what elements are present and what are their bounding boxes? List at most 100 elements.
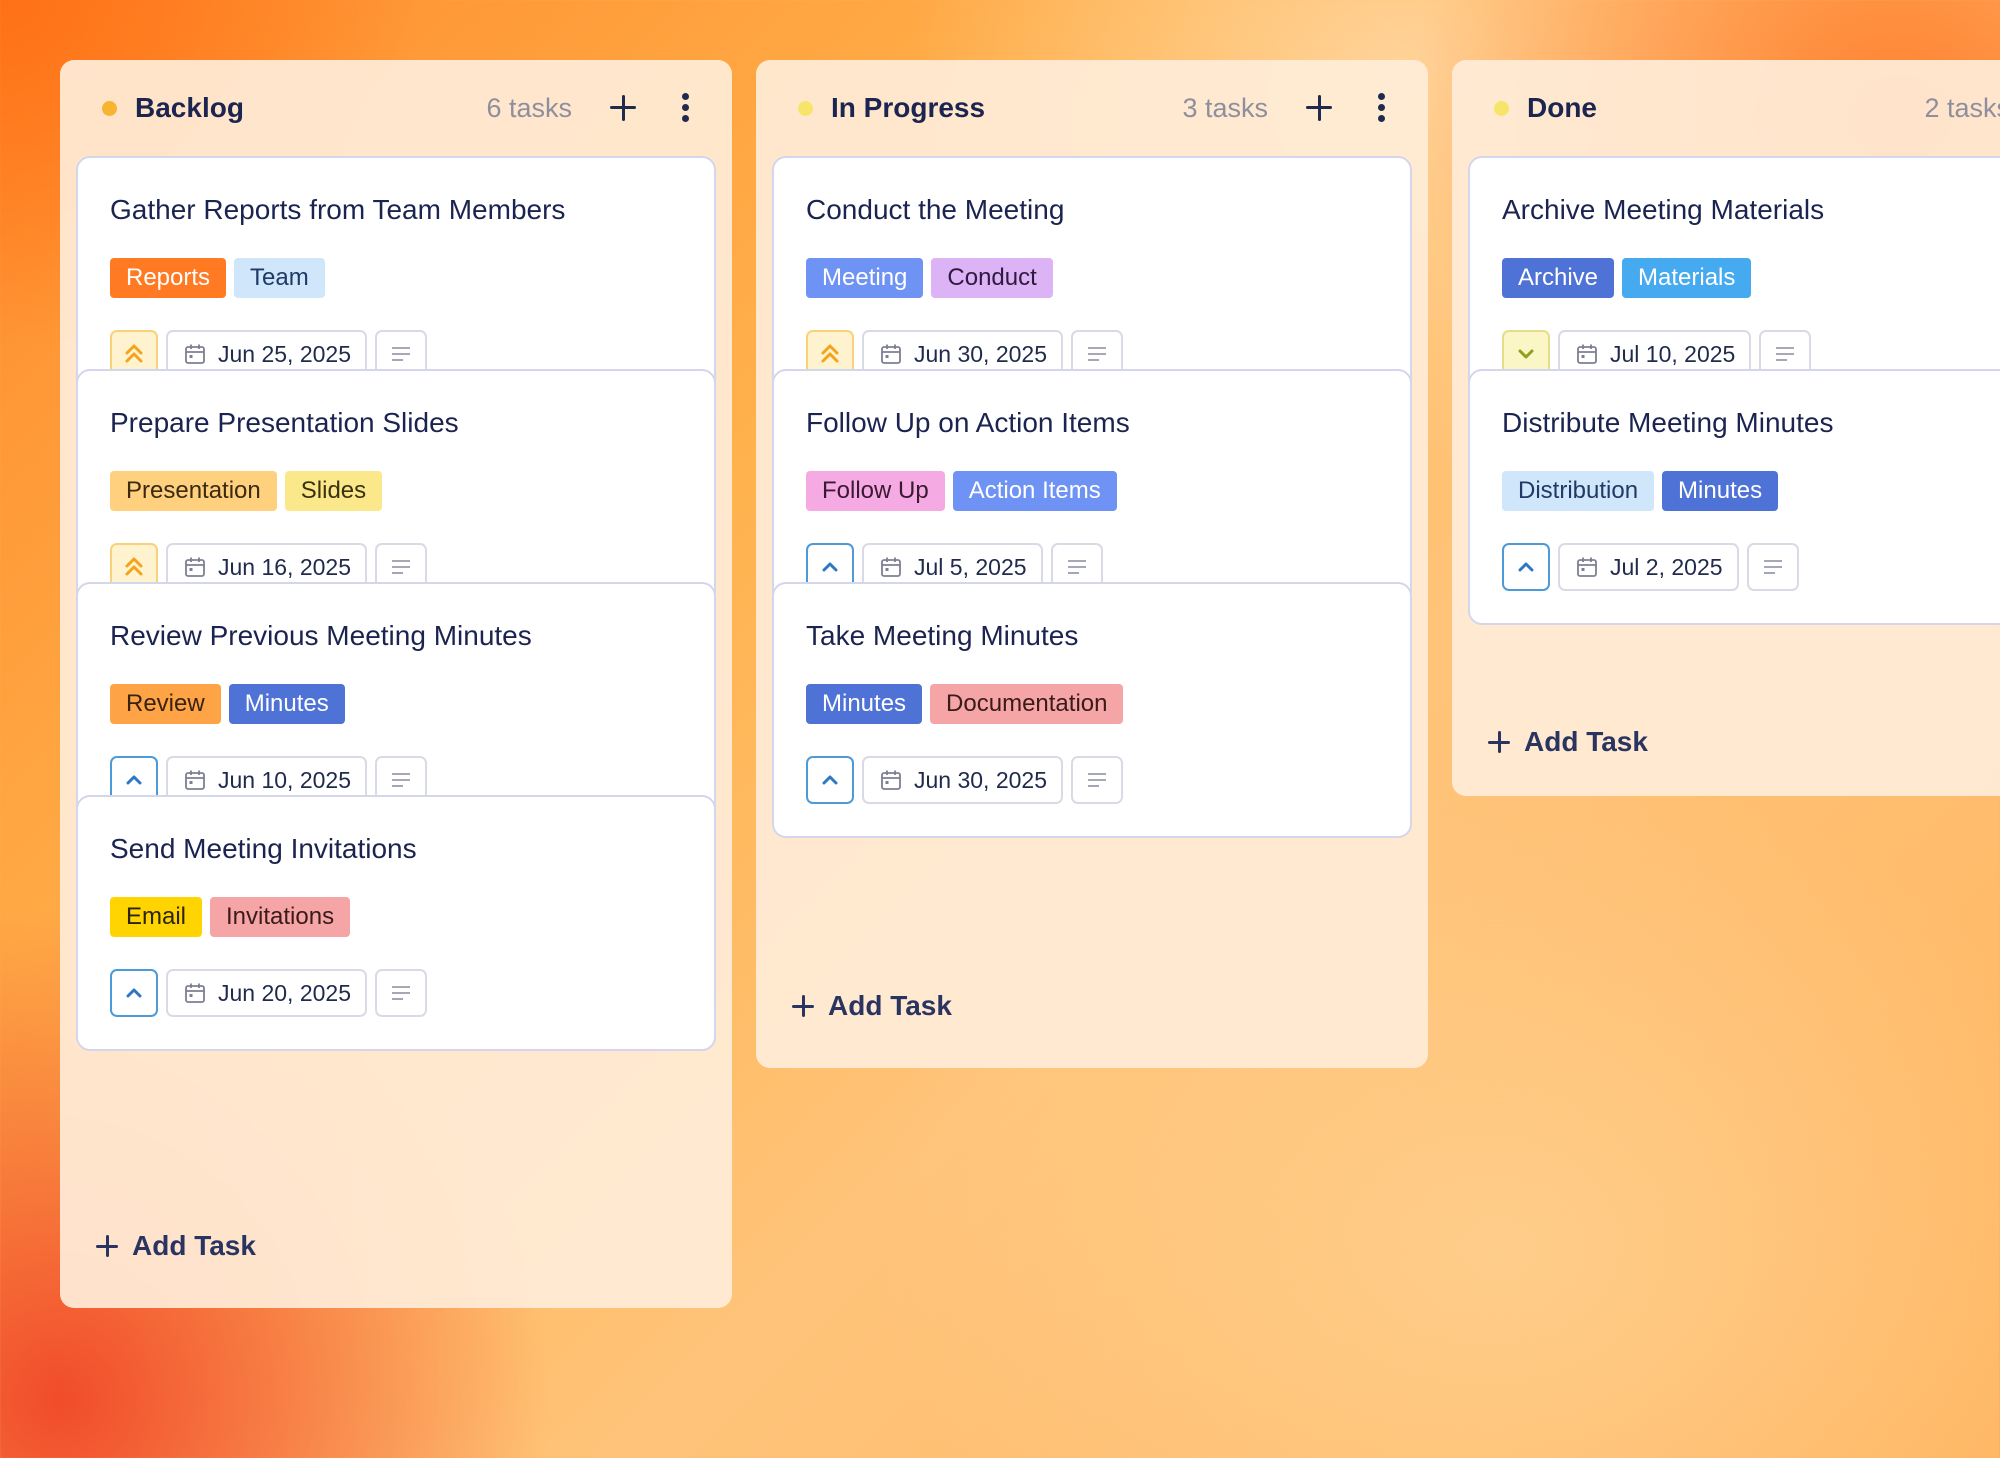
- due-date-text: Jun 10, 2025: [218, 766, 352, 793]
- calendar-icon: [880, 769, 902, 791]
- calendar-icon: [1576, 556, 1598, 578]
- add-task-label: Add Task: [828, 990, 952, 1021]
- description-icon[interactable]: [1746, 543, 1799, 591]
- task-tags: Reports Team: [110, 258, 325, 298]
- tag-label[interactable]: Review: [110, 684, 221, 724]
- column-header: Backlog 6 tasks: [60, 60, 732, 156]
- tag-label[interactable]: Minutes: [806, 684, 923, 724]
- tag-label[interactable]: Meeting: [806, 258, 924, 298]
- description-icon[interactable]: [375, 969, 428, 1017]
- task-list: Conduct the Meeting Meeting Conduct Jun 30,…: [772, 156, 1412, 1016]
- column-task-count: 2 tasks: [1924, 92, 2000, 123]
- plus-icon: [792, 995, 814, 1017]
- tag-label[interactable]: Email: [110, 897, 203, 937]
- task-meta: Jul 2, 2025: [1502, 543, 1799, 591]
- kanban-board: Backlog 6 tasks Gather Reports from Team M…: [0, 0, 2000, 1458]
- column-status-dot: [798, 100, 813, 116]
- tag-label[interactable]: Minutes: [228, 684, 345, 724]
- column-title: In Progress: [831, 92, 986, 123]
- task-tags: Meeting Conduct: [806, 258, 1053, 298]
- tag-label[interactable]: Follow Up: [806, 471, 945, 511]
- column-header: In Progress 3 tasks: [756, 60, 1428, 156]
- chevron-up-icon[interactable]: [806, 756, 854, 804]
- tag-label[interactable]: Presentation: [110, 471, 277, 511]
- tag-label[interactable]: Distribution: [1502, 471, 1655, 511]
- calendar-icon: [880, 343, 902, 365]
- task-tags: Archive Materials: [1502, 258, 1752, 298]
- column-header: Done 2 tasks: [1452, 60, 2000, 156]
- task-title: Send Meeting Invitations: [110, 833, 417, 864]
- task-meta: Jun 20, 2025: [110, 969, 428, 1017]
- task-card[interactable]: Send Meeting Invitations Email Invitations…: [76, 795, 716, 1051]
- column-menu-icon[interactable]: [680, 93, 690, 123]
- due-date-text: Jun 30, 2025: [914, 766, 1048, 793]
- due-date-text: Jun 20, 2025: [218, 979, 352, 1006]
- tag-label[interactable]: Materials: [1622, 258, 1752, 298]
- tag-label[interactable]: Conduct: [931, 258, 1053, 298]
- add-task-button[interactable]: Add Task: [792, 990, 952, 1022]
- task-tags: Email Invitations: [110, 897, 351, 937]
- task-title: Review Previous Meeting Minutes: [110, 620, 532, 651]
- calendar-icon: [184, 982, 206, 1004]
- add-task-plus-icon[interactable]: [1304, 93, 1334, 123]
- column-status-dot: [1494, 100, 1509, 116]
- task-tags: Review Minutes: [110, 684, 345, 724]
- tag-label[interactable]: Documentation: [930, 684, 1124, 724]
- add-task-button[interactable]: Add Task: [96, 1230, 256, 1262]
- task-list: Gather Reports from Team Members Reports T…: [76, 156, 716, 1202]
- calendar-icon: [1576, 343, 1598, 365]
- calendar-icon: [184, 556, 206, 578]
- tag-label[interactable]: Archive: [1502, 258, 1615, 298]
- task-tags: Presentation Slides: [110, 471, 383, 511]
- chevron-up-icon[interactable]: [1502, 543, 1550, 591]
- column-task-count: 3 tasks: [1182, 92, 1268, 123]
- calendar-icon: [184, 769, 206, 791]
- tag-label[interactable]: Team: [234, 258, 325, 298]
- column-title: Backlog: [135, 92, 244, 123]
- due-date-text: Jun 16, 2025: [218, 553, 352, 580]
- task-title: Gather Reports from Team Members: [110, 194, 566, 225]
- tag-label[interactable]: Minutes: [1662, 471, 1779, 511]
- plus-icon: [1488, 731, 1510, 753]
- tag-label[interactable]: Action Items: [952, 471, 1117, 511]
- due-date-text: Jul 5, 2025: [914, 553, 1027, 580]
- calendar-icon: [184, 343, 206, 365]
- tag-label[interactable]: Slides: [284, 471, 383, 511]
- plus-icon: [96, 1235, 118, 1257]
- add-task-label: Add Task: [1524, 726, 1648, 757]
- column-title: Done: [1527, 92, 1597, 123]
- column-done: Done 2 tasks Archive Meeting Materials Arch…: [1452, 60, 2000, 796]
- add-task-button[interactable]: Add Task: [1488, 726, 1648, 758]
- task-title: Follow Up on Action Items: [806, 407, 1130, 438]
- task-meta: Jun 30, 2025: [806, 756, 1124, 804]
- tag-label[interactable]: Reports: [110, 258, 227, 298]
- task-tags: Distribution Minutes: [1502, 471, 1779, 511]
- column-in-progress: In Progress 3 tasks Conduct the Meeting Mee…: [756, 60, 1428, 1068]
- add-task-plus-icon[interactable]: [608, 93, 638, 123]
- task-card[interactable]: Take Meeting Minutes Minutes Documentation…: [772, 582, 1412, 838]
- task-title: Prepare Presentation Slides: [110, 407, 459, 438]
- due-date-text: Jul 2, 2025: [1610, 553, 1723, 580]
- column-menu-icon[interactable]: [1376, 93, 1386, 123]
- due-date-text: Jul 10, 2025: [1610, 340, 1736, 367]
- task-title: Conduct the Meeting: [806, 194, 1065, 225]
- tag-label[interactable]: Invitations: [210, 897, 351, 937]
- task-title: Take Meeting Minutes: [806, 620, 1079, 651]
- due-date-text: Jun 25, 2025: [218, 340, 352, 367]
- column-task-count: 6 tasks: [486, 92, 572, 123]
- chevron-up-icon[interactable]: [110, 969, 158, 1017]
- description-icon[interactable]: [1071, 756, 1124, 804]
- task-title: Archive Meeting Materials: [1502, 194, 1825, 225]
- due-date-text: Jun 30, 2025: [914, 340, 1048, 367]
- add-task-label: Add Task: [132, 1230, 256, 1261]
- column-status-dot: [102, 100, 117, 116]
- due-date-button[interactable]: Jun 30, 2025: [862, 756, 1064, 804]
- task-title: Distribute Meeting Minutes: [1502, 407, 1834, 438]
- due-date-button[interactable]: Jul 2, 2025: [1558, 543, 1739, 591]
- task-card[interactable]: Distribute Meeting Minutes Distribution Mi…: [1468, 369, 2000, 625]
- due-date-button[interactable]: Jun 20, 2025: [166, 969, 368, 1017]
- column-backlog: Backlog 6 tasks Gather Reports from Team M…: [60, 60, 732, 1308]
- calendar-icon: [880, 556, 902, 578]
- task-tags: Minutes Documentation: [806, 684, 1124, 724]
- task-tags: Follow Up Action Items: [806, 471, 1117, 511]
